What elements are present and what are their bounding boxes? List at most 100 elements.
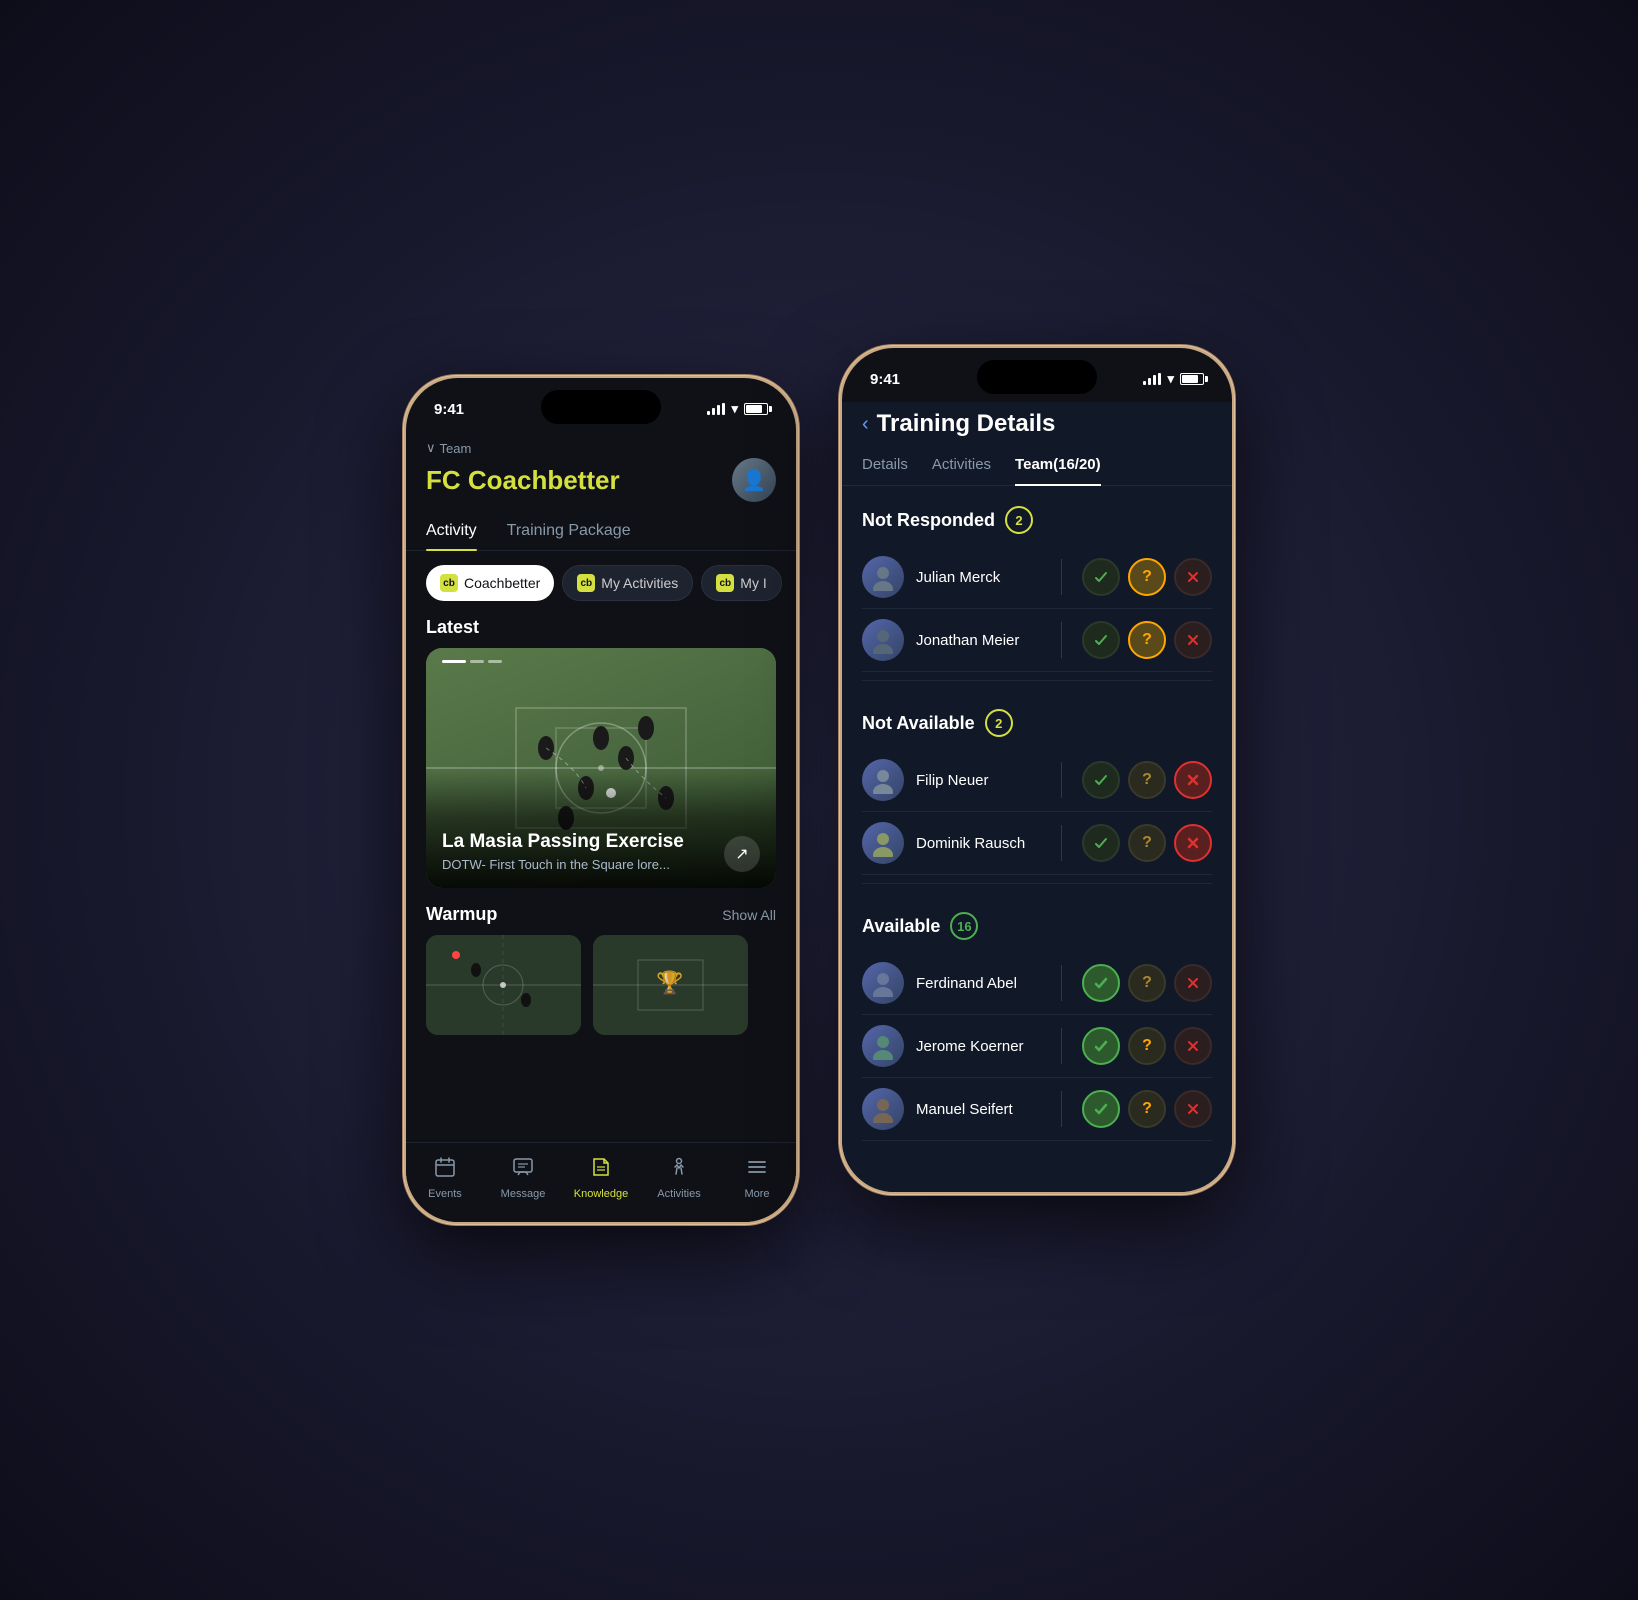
unavailable-btn-jerome[interactable] — [1174, 1027, 1212, 1065]
cb-logo-3: cb — [716, 574, 734, 592]
maybe-btn-jonathan[interactable]: ? — [1128, 621, 1166, 659]
tab-team[interactable]: Team(16/20) — [1015, 448, 1101, 485]
back-button[interactable]: ‹ — [862, 413, 869, 436]
not-available-count: 2 — [985, 709, 1013, 737]
available-btn-jerome[interactable] — [1082, 1027, 1120, 1065]
available-btn-dominik[interactable] — [1082, 824, 1120, 862]
knowledge-icon — [590, 1156, 612, 1184]
phones-container: 9:41 ▾ ∨ Team — [403, 375, 1235, 1225]
available-btn-filip[interactable] — [1082, 761, 1120, 799]
filter-coachbetter[interactable]: cb Coachbetter — [426, 565, 554, 601]
show-all-button[interactable]: Show All — [722, 907, 776, 923]
players-list: Not Responded 2 Julian Merck — [842, 486, 1232, 1156]
section-not-available: Not Available 2 — [862, 689, 1212, 749]
unavailable-btn-manuel[interactable] — [1174, 1090, 1212, 1128]
training-card[interactable]: La Masia Passing Exercise DOTW- First To… — [426, 648, 776, 888]
unavailable-btn-dominik[interactable] — [1174, 824, 1212, 862]
player-filip-neuer: Filip Neuer ? — [862, 749, 1212, 812]
maybe-btn-julian[interactable]: ? — [1128, 558, 1166, 596]
filter-my-activities[interactable]: cb My Activities — [562, 565, 693, 601]
player-name-manuel: Manuel Seifert — [916, 1101, 1049, 1118]
filter-my-more[interactable]: cb My I — [701, 565, 781, 601]
nav-events-label: Events — [428, 1188, 462, 1200]
section-not-responded: Not Responded 2 — [862, 486, 1212, 546]
more-icon — [746, 1156, 768, 1184]
maybe-btn-filip[interactable]: ? — [1128, 761, 1166, 799]
unavailable-btn-julian[interactable] — [1174, 558, 1212, 596]
activities-icon — [668, 1156, 690, 1184]
unavailable-btn-ferdinand[interactable] — [1174, 964, 1212, 1002]
time-right: 9:41 — [870, 371, 900, 388]
avatar-filip — [862, 759, 904, 801]
nav-events[interactable]: Events — [415, 1156, 475, 1200]
avatar[interactable]: 👤 — [732, 458, 776, 502]
slide-dots — [442, 660, 502, 663]
tab-activity[interactable]: Activity — [426, 514, 477, 550]
player-name-filip: Filip Neuer — [916, 772, 1049, 789]
warmup-card-2[interactable]: 🏆 — [593, 935, 748, 1035]
maybe-btn-manuel[interactable]: ? — [1128, 1090, 1166, 1128]
tab-activities[interactable]: Activities — [932, 448, 991, 485]
svg-text:🏆: 🏆 — [656, 970, 683, 995]
warmup-card-1[interactable] — [426, 935, 581, 1035]
right-content: ‹ Training Details Details Activities Te… — [842, 402, 1232, 1192]
available-btn-julian[interactable] — [1082, 558, 1120, 596]
available-btn-ferdinand[interactable] — [1082, 964, 1120, 1002]
time-left: 9:41 — [434, 401, 464, 418]
player-dominik-rausch: Dominik Rausch ? — [862, 812, 1212, 875]
wifi-icon: ▾ — [731, 401, 738, 417]
nav-message[interactable]: Message — [493, 1156, 553, 1200]
message-icon — [512, 1156, 534, 1184]
status-icons-right: ▾ — [1143, 371, 1204, 387]
card-content: La Masia Passing Exercise DOTW- First To… — [426, 771, 776, 888]
team-label-row: ∨ Team — [426, 440, 776, 456]
nav-knowledge[interactable]: Knowledge — [571, 1156, 631, 1200]
player-name-dominik: Dominik Rausch — [916, 835, 1049, 852]
divider-4 — [1061, 825, 1062, 861]
nav-activities[interactable]: Activities — [649, 1156, 709, 1200]
warmup-header: Warmup Show All — [406, 888, 796, 935]
avatar-julian — [862, 556, 904, 598]
filter-row: cb Coachbetter cb My Activities cb My I — [406, 551, 796, 613]
cb-logo: cb — [440, 574, 458, 592]
card-arrow-button[interactable]: ↗ — [724, 836, 760, 872]
player-name-jonathan: Jonathan Meier — [916, 632, 1049, 649]
maybe-btn-dominik[interactable]: ? — [1128, 824, 1166, 862]
avatar-jonathan — [862, 619, 904, 661]
nav-more-label: More — [744, 1188, 769, 1200]
tab-training-package[interactable]: Training Package — [507, 514, 631, 550]
unavailable-btn-filip[interactable] — [1174, 761, 1212, 799]
player-manuel-seifert: Manuel Seifert ? — [862, 1078, 1212, 1141]
action-buttons-ferdinand: ? — [1082, 964, 1212, 1002]
divider-section-2 — [862, 883, 1212, 884]
action-buttons-filip: ? — [1082, 761, 1212, 799]
detail-tabs: Details Activities Team(16/20) — [842, 444, 1232, 486]
battery-icon — [744, 403, 768, 415]
nav-more[interactable]: More — [727, 1156, 787, 1200]
divider-5 — [1061, 965, 1062, 1001]
divider-2 — [1061, 622, 1062, 658]
nav-activities-label: Activities — [657, 1188, 700, 1200]
available-btn-jonathan[interactable] — [1082, 621, 1120, 659]
avatar-ferdinand — [862, 962, 904, 1004]
available-title: Available — [862, 916, 940, 937]
warmup-cards: 🏆 — [406, 935, 796, 1035]
player-jerome-koerner: Jerome Koerner ? — [862, 1015, 1212, 1078]
tabs-row: Activity Training Package — [406, 514, 796, 551]
right-phone: 9:41 ▾ ‹ Training Details — [839, 345, 1235, 1195]
maybe-btn-ferdinand[interactable]: ? — [1128, 964, 1166, 1002]
left-content: ∨ Team FC Coachbetter 👤 Activity Trainin… — [406, 432, 796, 1222]
cb-logo-2: cb — [577, 574, 595, 592]
player-name-ferdinand: Ferdinand Abel — [916, 975, 1049, 992]
maybe-btn-jerome[interactable]: ? — [1128, 1027, 1166, 1065]
dot-1 — [442, 660, 466, 663]
events-icon — [434, 1156, 456, 1184]
signal-icon-right — [1143, 373, 1161, 385]
action-buttons-jonathan: ? — [1082, 621, 1212, 659]
tab-details[interactable]: Details — [862, 448, 908, 485]
divider-6 — [1061, 1028, 1062, 1064]
unavailable-btn-jonathan[interactable] — [1174, 621, 1212, 659]
nav-message-label: Message — [501, 1188, 546, 1200]
available-btn-manuel[interactable] — [1082, 1090, 1120, 1128]
card-image: La Masia Passing Exercise DOTW- First To… — [426, 648, 776, 888]
